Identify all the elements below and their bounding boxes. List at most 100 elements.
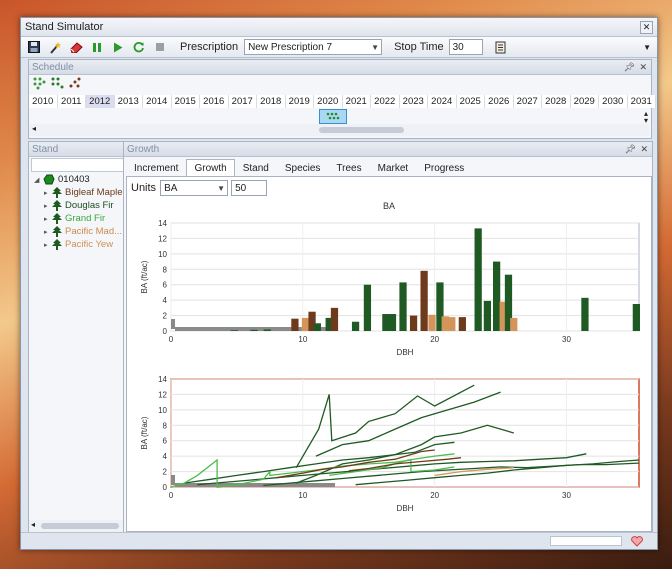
year-cell[interactable]: 2017 [228,95,257,108]
species-label: Grand Fir [65,213,106,224]
stop-icon[interactable] [152,39,168,55]
bar [483,300,492,331]
year-cell[interactable]: 2018 [257,95,286,108]
year-cell[interactable]: 2029 [570,95,599,108]
bar [632,304,640,331]
bar-chart-y-tick-label: 0 [163,327,168,336]
scroll-left-icon[interactable]: ◂ [31,520,35,529]
bar [301,317,310,331]
bar [420,270,428,331]
expand-icon[interactable]: ▸ [44,215,52,223]
year-cell[interactable]: 2011 [57,95,86,108]
scroll-thumb[interactable] [319,127,404,133]
prescription-label: Prescription [180,41,239,53]
line-chart-x-tick-label: 10 [298,491,307,500]
year-cell[interactable]: 2010 [29,95,58,108]
year-cell[interactable]: 2024 [428,95,457,108]
schedule-title: Schedule [32,61,74,73]
year-cell[interactable]: 2023 [399,95,428,108]
harvest-icon[interactable] [68,76,82,90]
year-cell[interactable]: 2028 [542,95,571,108]
units-select[interactable]: BA ▼ [160,180,229,196]
bar [313,323,321,331]
year-cell[interactable]: 2021 [342,95,371,108]
year-cell[interactable]: 2020 [314,95,343,108]
pin-icon[interactable]: 📌︎ [625,144,636,155]
bar [458,317,466,331]
year-cell[interactable]: 2030 [599,95,628,108]
close-icon[interactable]: ✕ [640,20,653,34]
bar-chart-x-tick-label: 20 [430,335,439,344]
scroll-left-icon[interactable]: ◂ [32,124,36,133]
units-count-value: 50 [235,182,247,194]
close-icon[interactable]: ✕ [640,144,648,155]
expanded-icon[interactable]: ◢ [34,176,42,184]
year-cell[interactable]: 2013 [114,95,143,108]
year-cell[interactable]: 2027 [513,95,542,108]
refresh-icon[interactable] [131,39,147,55]
species-label: Bigleaf Maple [65,187,123,198]
bar [409,315,418,331]
heart-icon[interactable] [631,536,643,547]
schedule-panel: Schedule 📌︎ ✕ 2010 2011 2012 2013 2014 2015 20… [28,59,656,139]
growth-header: Growth 📌︎ ✕ [124,142,652,157]
year-cell[interactable]: 2014 [143,95,172,108]
scroll-updown-icon[interactable]: ▴ ▾ [644,110,648,125]
schedule-header: Schedule 📌︎ ✕ [29,60,651,75]
expand-icon[interactable]: ▸ [44,202,52,210]
year-cell[interactable]: 2026 [485,95,514,108]
conifer-icon [52,187,62,198]
units-value: BA [164,182,178,194]
year-cell[interactable]: 2015 [171,95,200,108]
line-chart-y-tick-label: 2 [163,468,168,477]
bar [291,318,299,331]
year-cell[interactable]: 2022 [371,95,400,108]
toolbar-overflow-icon[interactable]: ▼ [643,43,651,52]
species-label: Pacific Yew [65,239,114,250]
trees-select-icon[interactable] [50,76,64,90]
prescription-select[interactable]: New Prescription 7 ▼ [244,39,383,55]
play-icon[interactable] [110,39,126,55]
bar-chart-y-tick-label: 14 [158,219,167,228]
close-icon[interactable]: ✕ [639,62,647,73]
year-strip: 2010 2011 2012 2013 2014 2015 2016 2017 2018 2019… [29,95,656,108]
year-cell[interactable]: 2012 [86,95,115,108]
year-cell[interactable]: 2016 [200,95,229,108]
growth-content: Units BA ▼ 50 BA 0 2 4 6 8 10 12 14 0 10 20 30 DBH BA … [126,176,652,532]
year-cell[interactable]: 2031 [627,95,656,108]
wand-icon[interactable] [47,39,63,55]
bar-chart-x-axis-label: DBH [397,348,414,357]
expand-icon[interactable]: ▸ [44,228,52,236]
scroll-thumb[interactable] [41,523,119,529]
bar [388,314,397,331]
species-label: Douglas Fir [65,200,114,211]
pause-icon[interactable] [89,39,105,55]
save-icon[interactable] [26,39,42,55]
conifer-icon [52,226,62,237]
script-icon[interactable] [493,39,509,55]
line-chart-y-tick-label: 14 [158,375,167,384]
pin-icon[interactable]: 📌︎ [624,62,635,73]
trees-icon[interactable] [32,76,46,90]
bar [492,261,501,331]
line-chart-plot-area [170,378,640,488]
expand-icon[interactable]: ▸ [44,189,52,197]
year-cell[interactable]: 2025 [456,95,485,108]
bar [250,329,258,331]
scheduled-event[interactable] [319,109,347,124]
line-chart-y-axis-label: BA (ft/ac) [140,416,149,449]
eraser-icon[interactable] [68,39,84,55]
units-count-input[interactable]: 50 [231,180,268,196]
year-cell[interactable]: 2019 [285,95,314,108]
line-chart-y-tick-label: 4 [163,452,168,461]
stop-time-input[interactable]: 30 [448,39,483,55]
bar [399,282,407,331]
bar-chart-v-scroll-thumb [171,319,175,329]
bar [448,317,456,331]
schedule-scrollbar[interactable]: ◂ [29,124,649,136]
bar-chart-y-tick-label: 4 [163,296,168,305]
expand-icon[interactable]: ▸ [44,241,52,249]
app-window: Stand Simulator ✕ Prescription New Presc… [20,17,658,550]
bar-chart-y-tick-label: 8 [163,265,168,274]
stop-time-label: Stop Time [394,41,444,53]
